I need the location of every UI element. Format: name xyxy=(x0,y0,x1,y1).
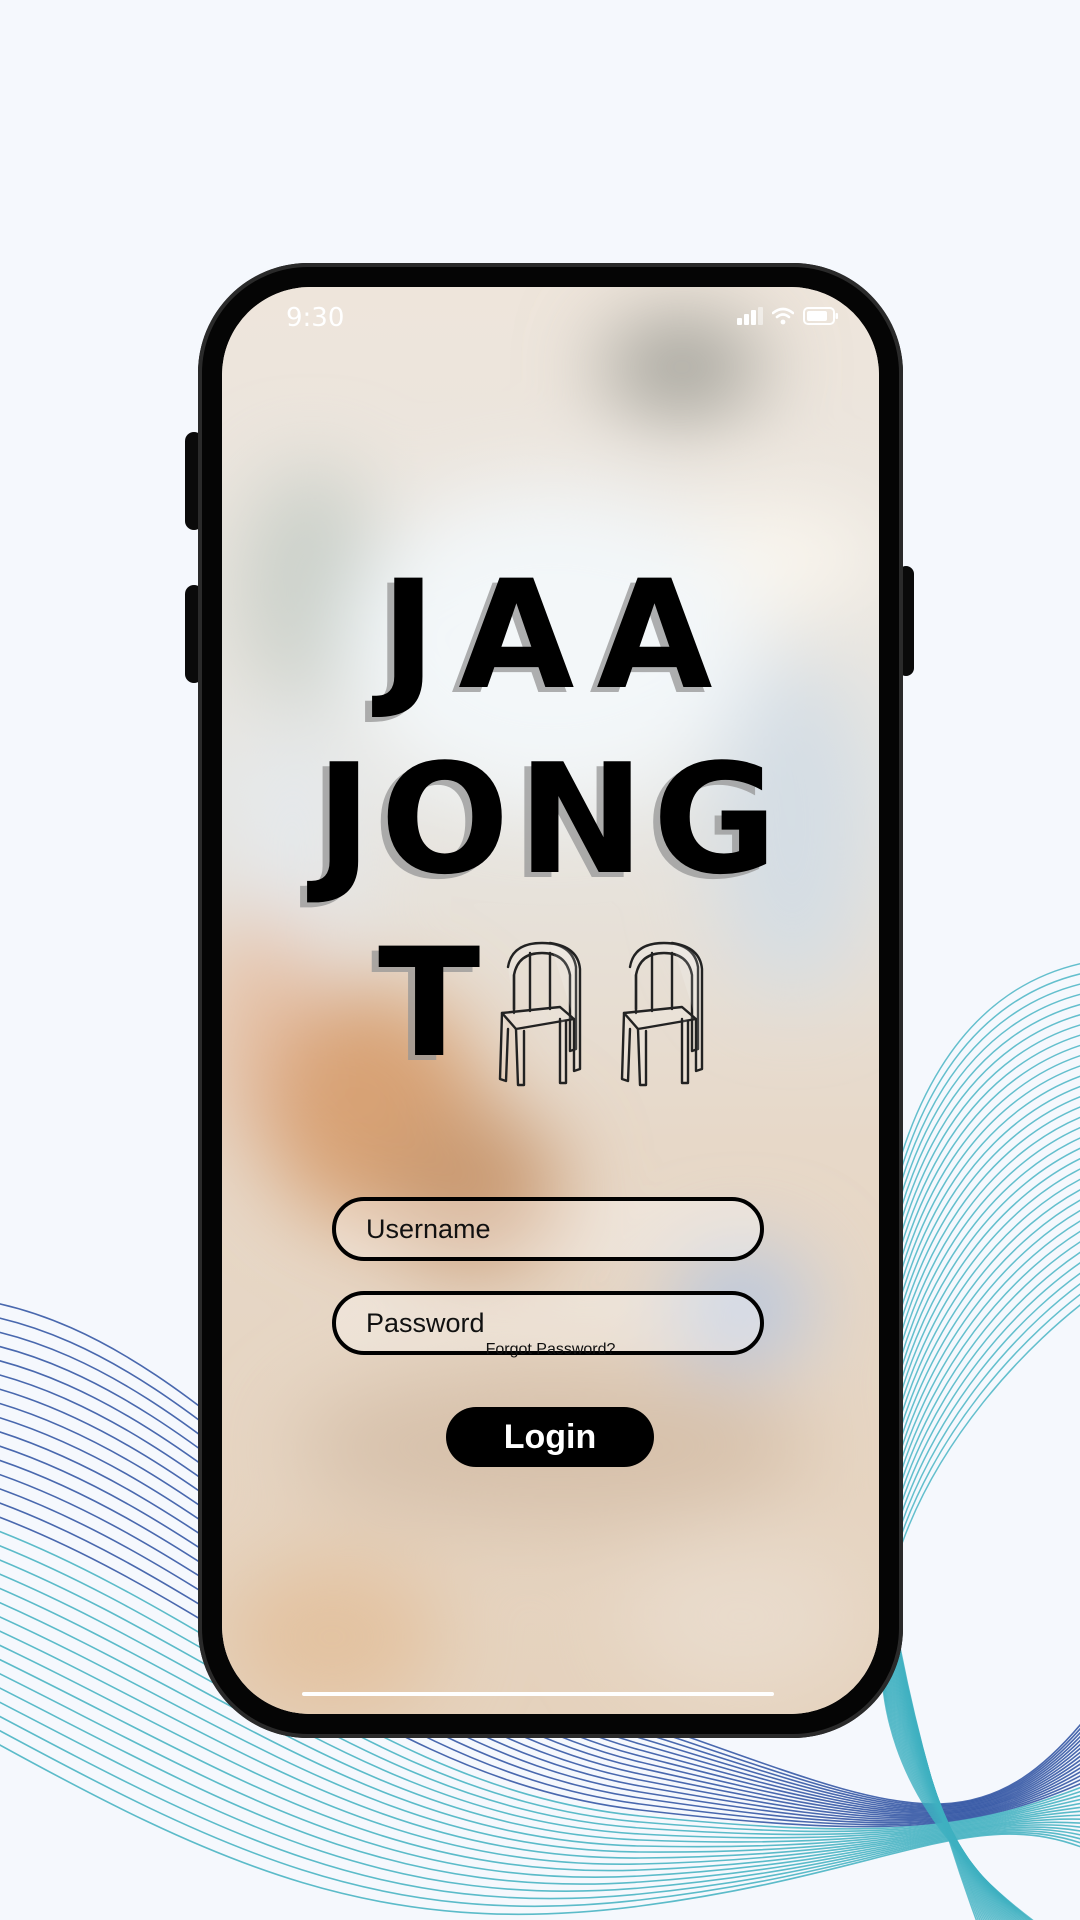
forgot-password-link[interactable]: Forgot Password? xyxy=(222,1341,879,1359)
blurred-background xyxy=(222,287,879,1714)
login-button[interactable]: Login xyxy=(446,1407,654,1467)
phone-frame: 9:30 JAA JONG T Username Forgot Password… xyxy=(198,263,903,1738)
wifi-icon xyxy=(772,307,794,325)
password-input[interactable] xyxy=(364,1306,748,1340)
status-icons xyxy=(737,307,839,325)
battery-icon xyxy=(803,307,838,325)
username-field[interactable] xyxy=(332,1197,764,1261)
status-time: 9:30 xyxy=(286,303,345,333)
phone-screen: 9:30 JAA JONG T Username Forgot Password… xyxy=(222,287,879,1714)
username-input[interactable] xyxy=(364,1212,748,1246)
home-indicator xyxy=(302,1692,774,1696)
cellular-signal-icon xyxy=(737,307,763,325)
